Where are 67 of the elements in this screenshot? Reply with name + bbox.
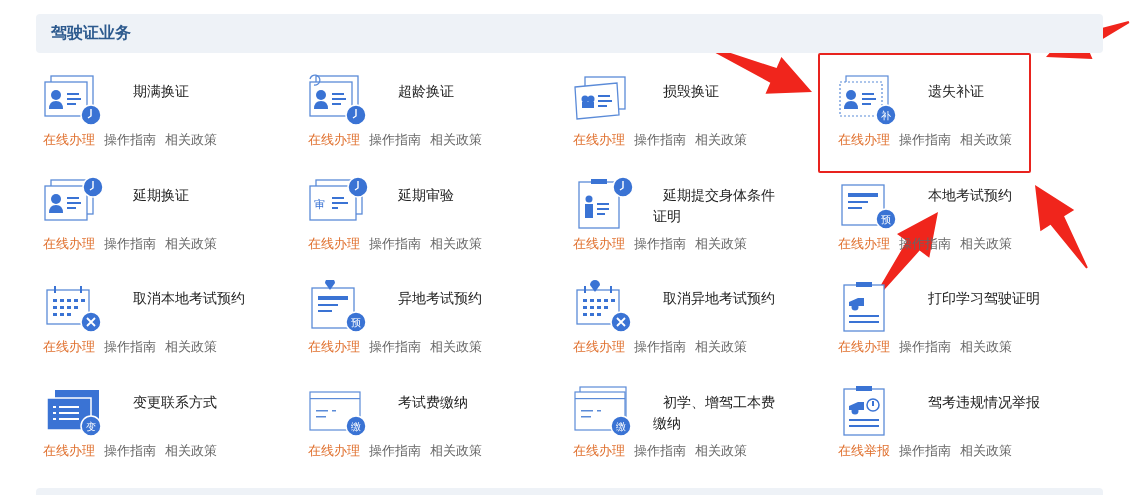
info-link[interactable]: 操作指南 (369, 234, 421, 253)
id-card-icon (308, 73, 368, 127)
info-link[interactable]: 相关政策 (960, 131, 1012, 149)
info-link[interactable]: 相关政策 (695, 234, 747, 253)
online-service-link[interactable]: 在线办理 (308, 234, 360, 253)
info-link[interactable]: 操作指南 (369, 131, 421, 149)
online-service-link[interactable]: 在线办理 (838, 131, 890, 149)
service-title: 取消本地考试预约 (132, 289, 246, 308)
info-link[interactable]: 操作指南 (104, 441, 156, 460)
online-service-link[interactable]: 在线办理 (838, 338, 890, 356)
info-link[interactable]: 操作指南 (899, 441, 951, 460)
online-service-link[interactable]: 在线办理 (573, 234, 625, 253)
info-link[interactable]: 操作指南 (104, 131, 156, 149)
info-link[interactable]: 操作指南 (899, 131, 951, 149)
online-service-link[interactable]: 在线办理 (308, 131, 360, 149)
info-link[interactable]: 操作指南 (104, 234, 156, 253)
online-service-link[interactable]: 在线办理 (43, 441, 95, 460)
info-link[interactable]: 操作指南 (634, 441, 686, 460)
info-link[interactable]: 相关政策 (430, 338, 482, 356)
service-title: 延期审验 (397, 185, 455, 205)
service-title: 超龄换证 (397, 82, 455, 101)
info-link[interactable]: 相关政策 (695, 131, 747, 149)
info-link[interactable]: 相关政策 (960, 441, 1012, 460)
online-service-link[interactable]: 在线办理 (43, 338, 95, 356)
service-title: 延期换证 (132, 185, 190, 205)
online-service-link[interactable]: 在线办理 (308, 338, 360, 356)
info-link[interactable]: 操作指南 (369, 338, 421, 356)
section-title: 驾驶证业务 (51, 23, 131, 44)
info-link[interactable]: 相关政策 (960, 338, 1012, 356)
online-service-link[interactable]: 在线办理 (308, 441, 360, 460)
info-link[interactable]: 相关政策 (430, 441, 482, 460)
info-link[interactable]: 相关政策 (165, 338, 217, 356)
info-link[interactable]: 操作指南 (634, 131, 686, 149)
service-title: 考试费缴纳 (397, 392, 469, 412)
info-link[interactable]: 相关政策 (960, 234, 1012, 253)
id-card-icon (43, 73, 103, 127)
info-link[interactable]: 相关政策 (695, 441, 747, 460)
service-title: 延期提交身体条件证明 (653, 185, 776, 226)
service-title: 驾考违规情况举报 (927, 392, 1041, 412)
online-service-link[interactable]: 在线办理 (43, 234, 95, 253)
info-link[interactable]: 操作指南 (369, 441, 421, 460)
service-title: 遗失补证 (927, 82, 985, 101)
info-link[interactable]: 相关政策 (165, 441, 217, 460)
online-service-link[interactable]: 在线举报 (838, 441, 890, 460)
online-service-link[interactable]: 在线办理 (838, 234, 890, 253)
service-title: 损毁换证 (662, 82, 720, 101)
info-link[interactable]: 操作指南 (899, 338, 951, 356)
info-link[interactable]: 相关政策 (165, 234, 217, 253)
info-link[interactable]: 操作指南 (634, 338, 686, 356)
info-link[interactable]: 相关政策 (165, 131, 217, 149)
service-title: 期满换证 (132, 82, 190, 101)
online-service-link[interactable]: 在线办理 (573, 131, 625, 149)
service-title: 异地考试预约 (397, 289, 483, 308)
info-link[interactable]: 相关政策 (695, 338, 747, 356)
online-service-link[interactable]: 在线办理 (573, 338, 625, 356)
calendar-icon (573, 280, 633, 334)
info-link[interactable]: 操作指南 (634, 234, 686, 253)
info-link[interactable]: 操作指南 (104, 338, 156, 356)
service-title: 本地考试预约 (927, 185, 1013, 205)
online-service-link[interactable]: 在线办理 (43, 131, 95, 149)
service-title: 取消异地考试预约 (662, 289, 776, 308)
service-title: 变更联系方式 (132, 392, 218, 412)
service-title: 打印学习驾驶证明 (927, 289, 1041, 308)
info-link[interactable]: 相关政策 (430, 234, 482, 253)
info-link[interactable]: 相关政策 (430, 131, 482, 149)
service-title: 初学、增驾工本费缴纳 (653, 392, 776, 433)
online-service-link[interactable]: 在线办理 (573, 441, 625, 460)
